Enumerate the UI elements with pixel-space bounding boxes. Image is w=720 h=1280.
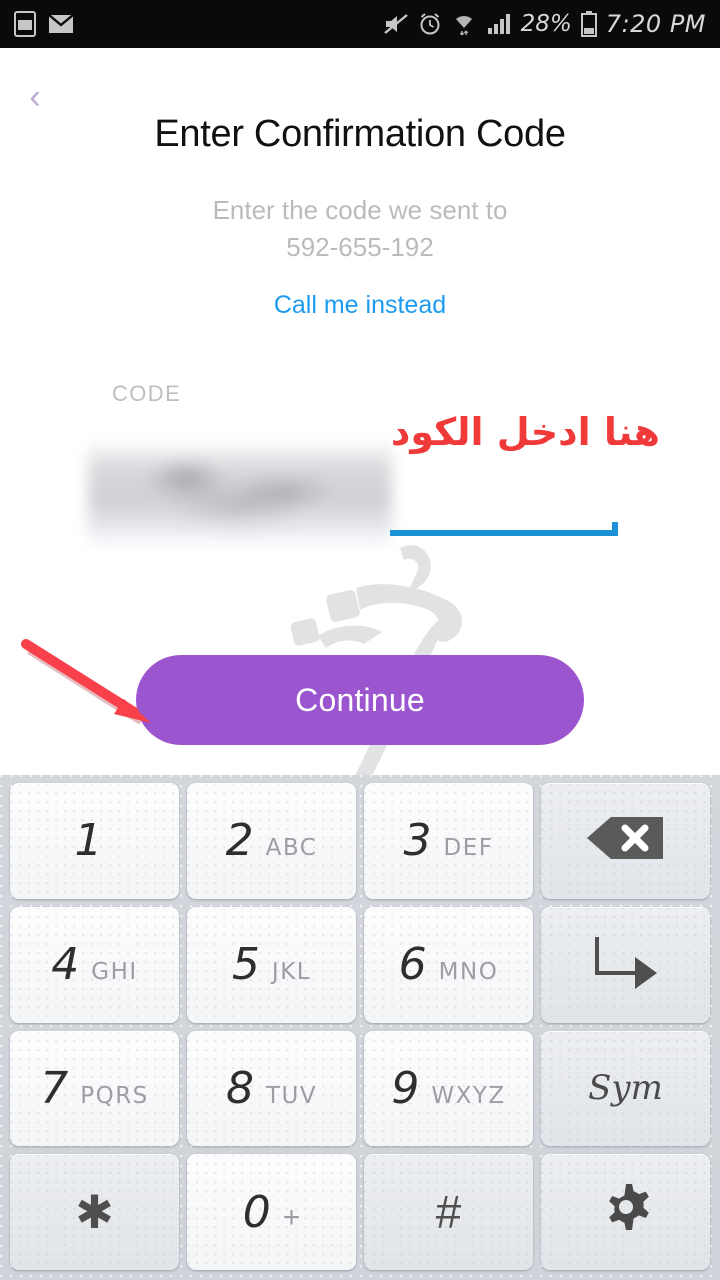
key-9-digit: 9 (391, 1062, 420, 1114)
key-star[interactable]: ✱ (10, 1154, 179, 1270)
keyboard-row-2: 4 GHI 5 JKL 6 MNO (10, 906, 710, 1023)
annotation-arabic-text: هنا ادخل الكود (390, 410, 660, 454)
email-icon (48, 14, 74, 34)
phone-number: 592-655-192 (286, 231, 434, 262)
status-bar-right: 28% 7:20 PM (374, 10, 706, 38)
app-screen: 28% 7:20 PM ‹ Enter Confirmation Code En… (0, 0, 720, 1280)
code-field-label: CODE (112, 381, 182, 406)
code-input-underline (390, 522, 618, 536)
page-title: Enter Confirmation Code (154, 113, 566, 155)
key-5-letters: JKL (271, 959, 312, 986)
battery-percent: 28% (520, 11, 572, 37)
key-2-letters: ABC (265, 835, 318, 862)
key-1-digit: 1 (74, 815, 103, 867)
key-3-digit: 3 (403, 815, 432, 867)
key-3-letters: DEF (443, 835, 494, 862)
mute-icon (383, 12, 409, 36)
key-5-digit: 5 (231, 939, 260, 991)
status-bar-left (14, 11, 86, 37)
chevron-left-icon: ‹ (29, 77, 41, 116)
key-enter[interactable] (541, 906, 710, 1023)
continue-button[interactable]: Continue (136, 655, 584, 745)
key-hash-glyph: # (435, 1186, 462, 1239)
numeric-keyboard: 1 2 ABC 3 DEF 4 GHI 5 JKL 6 MNO 7 PQRS 8… (0, 775, 720, 1280)
call-me-instead-link[interactable]: Call me instead (0, 291, 720, 320)
key-backspace[interactable] (541, 783, 710, 899)
key-9-letters: WXYZ (431, 1082, 506, 1109)
gear-icon (598, 1182, 654, 1243)
key-hash[interactable]: # (364, 1154, 533, 1270)
signal-icon (486, 13, 512, 35)
key-0-digit: 0 (242, 1186, 271, 1238)
keyboard-row-1: 1 2 ABC 3 DEF (10, 783, 710, 899)
key-6[interactable]: 6 MNO (364, 906, 533, 1023)
key-1[interactable]: 1 (10, 783, 179, 899)
keyboard-row-4: ✱ 0 + # (10, 1154, 710, 1270)
key-0[interactable]: 0 + (187, 1154, 356, 1270)
key-sym-label: Sym (588, 1068, 663, 1109)
key-5[interactable]: 5 JKL (187, 906, 356, 1023)
status-bar: 28% 7:20 PM (0, 0, 720, 48)
key-8-letters: TUV (265, 1082, 318, 1109)
key-star-glyph: ✱ (75, 1186, 114, 1239)
page-subtitle: Enter the code we sent to 592-655-192 (0, 192, 720, 266)
key-3[interactable]: 3 DEF (364, 783, 533, 899)
wifi-icon (451, 12, 477, 36)
subtitle-line-1: Enter the code we sent to (212, 195, 508, 225)
key-9[interactable]: 9 WXYZ (364, 1030, 533, 1147)
clock: 7:20 PM (605, 10, 706, 38)
key-sym[interactable]: Sym (541, 1030, 710, 1147)
screenshot-icon (14, 11, 36, 37)
key-8-digit: 8 (225, 1062, 254, 1114)
key-6-letters: MNO (438, 959, 499, 986)
key-6-digit: 6 (398, 939, 427, 991)
key-4-letters: GHI (91, 959, 138, 986)
key-4[interactable]: 4 GHI (10, 906, 179, 1023)
key-7-letters: PQRS (80, 1082, 149, 1109)
key-7[interactable]: 7 PQRS (10, 1030, 179, 1147)
continue-button-label: Continue (295, 681, 425, 718)
key-7-digit: 7 (40, 1062, 69, 1114)
key-8[interactable]: 8 TUV (187, 1030, 356, 1147)
battery-icon (580, 11, 597, 37)
code-value-blurred (88, 443, 392, 545)
key-4-digit: 4 (51, 939, 80, 991)
key-2-digit: 2 (225, 815, 254, 867)
backspace-icon (585, 813, 667, 868)
enter-arrow-icon (591, 933, 661, 996)
keyboard-row-3: 7 PQRS 8 TUV 9 WXYZ Sym (10, 1030, 710, 1147)
alarm-icon (418, 12, 442, 36)
key-2[interactable]: 2 ABC (187, 783, 356, 899)
key-settings[interactable] (541, 1154, 710, 1270)
key-0-plus: + (282, 1200, 301, 1234)
call-me-instead-label: Call me instead (273, 291, 447, 319)
